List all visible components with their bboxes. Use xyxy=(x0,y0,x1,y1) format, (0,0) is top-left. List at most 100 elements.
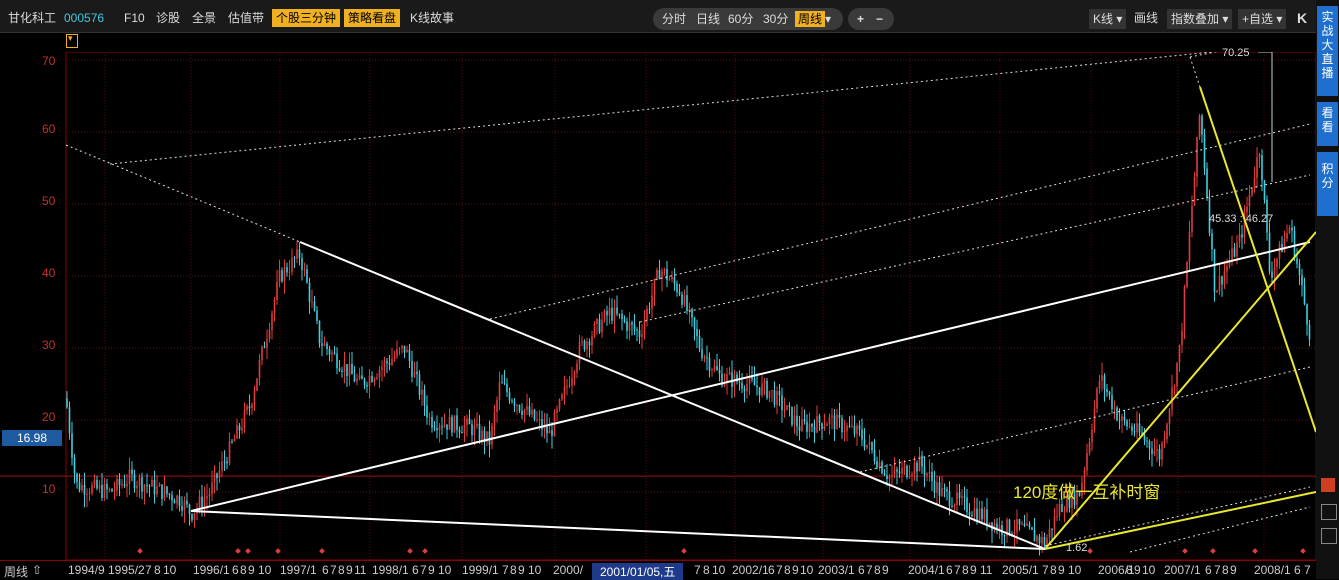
candle-body xyxy=(948,491,951,506)
date-label: 7 xyxy=(502,563,509,577)
menu-f10[interactable]: F10 xyxy=(124,9,145,27)
candle-body xyxy=(651,295,653,309)
candle-body xyxy=(778,390,781,396)
candle-body xyxy=(1238,234,1241,243)
candle-body xyxy=(1131,426,1133,431)
alert-icon[interactable] xyxy=(1321,478,1335,492)
candle-body xyxy=(1041,536,1043,544)
date-label: 7 xyxy=(330,563,337,577)
candle-body xyxy=(976,508,978,521)
dashed-trendline xyxy=(65,144,301,243)
candle-body xyxy=(591,336,593,346)
candle-body xyxy=(658,269,661,280)
candle-body xyxy=(1121,416,1123,421)
candle-body xyxy=(191,514,193,520)
candle-body xyxy=(598,319,601,333)
period-30[interactable]: 30分 xyxy=(763,11,788,27)
y-tick-40: 40 xyxy=(42,266,56,280)
indicator-dropdown[interactable]: ▾ xyxy=(66,33,78,48)
live-tab[interactable]: 实战大直播 xyxy=(1317,6,1338,96)
candle-body xyxy=(488,431,491,445)
candle-body xyxy=(1241,234,1243,238)
candle-body xyxy=(1103,375,1106,389)
watchlist-dropdown[interactable]: +自选 ▾ xyxy=(1238,9,1287,29)
candle-body xyxy=(843,431,846,433)
zoom-in-button[interactable]: + xyxy=(857,11,864,27)
strategy-button[interactable]: 策略看盘 xyxy=(344,9,401,27)
date-label: 1996/1 xyxy=(193,563,230,577)
menu-diagnose[interactable]: 诊股 xyxy=(156,9,180,27)
date-label: 2005/1 xyxy=(1002,563,1039,577)
period-week[interactable]: 周线 xyxy=(795,11,826,27)
stock-code[interactable]: 000576 xyxy=(64,9,104,27)
candle-body xyxy=(511,400,513,402)
candle-body xyxy=(611,307,613,321)
candle-body xyxy=(933,480,936,493)
date-label: 9 xyxy=(428,563,435,577)
event-marker xyxy=(235,548,241,554)
candle-body xyxy=(971,514,973,517)
candle-body xyxy=(378,369,381,378)
menu-valuation[interactable]: 估值带 xyxy=(228,9,264,27)
candle-body xyxy=(421,389,423,395)
candle-body xyxy=(88,493,91,495)
chevron-down-icon[interactable]: ▾ xyxy=(825,11,831,27)
candle-body xyxy=(1236,242,1238,257)
candle-body xyxy=(98,484,101,489)
candle-body xyxy=(1256,157,1258,178)
white-trendline xyxy=(299,241,1046,550)
candle-body xyxy=(1306,304,1308,325)
y-tick-10: 10 xyxy=(42,482,56,496)
candle-body xyxy=(436,428,438,431)
candle-body xyxy=(523,409,526,415)
points-tab[interactable]: 积分 xyxy=(1317,152,1338,216)
period-day[interactable]: 日线 xyxy=(696,11,720,27)
index-overlay-dropdown[interactable]: 指数叠加 ▾ xyxy=(1167,9,1233,29)
draw-line-button[interactable]: 画线 xyxy=(1134,9,1158,27)
candle-body xyxy=(873,450,876,462)
candle-body xyxy=(256,378,258,391)
candle-body xyxy=(1031,527,1033,530)
period-60[interactable]: 60分 xyxy=(728,11,753,27)
candle-body xyxy=(408,349,411,362)
candle-body xyxy=(1128,426,1131,428)
candle-body xyxy=(81,484,83,491)
stock-name[interactable]: 甘化科工 xyxy=(8,9,56,27)
candle-body xyxy=(901,468,903,474)
candle-body xyxy=(438,426,441,431)
period-timeshare[interactable]: 分时 xyxy=(662,11,686,27)
candle-body xyxy=(1163,439,1166,444)
candle-body xyxy=(881,462,883,474)
candle-body xyxy=(118,478,121,486)
kline-dropdown[interactable]: K线 ▾ xyxy=(1089,9,1127,29)
candle-body xyxy=(218,470,221,478)
square-icon[interactable] xyxy=(1321,504,1337,520)
toolbar: 甘化科工 000576 F10 诊股 全景 估值带 个股三分钟 策略看盘 K线故… xyxy=(0,0,1316,33)
zoom-out-button[interactable]: − xyxy=(876,11,883,27)
candle-body xyxy=(756,385,758,388)
kline-story-button[interactable]: K线故事 xyxy=(410,9,454,27)
menu-overview[interactable]: 全景 xyxy=(192,9,216,27)
crop-icon[interactable] xyxy=(1321,528,1337,544)
candle-body xyxy=(313,301,316,311)
candle-body xyxy=(1016,519,1018,532)
candle-body xyxy=(268,329,271,339)
candle-body xyxy=(1043,536,1046,546)
candle-body xyxy=(478,423,481,440)
y-tick-20: 20 xyxy=(42,410,56,424)
candle-body xyxy=(198,496,201,508)
k-icon[interactable]: K xyxy=(1297,9,1307,27)
candle-body xyxy=(303,269,306,271)
look-tab[interactable]: 看看 xyxy=(1317,102,1338,146)
candle-body xyxy=(458,429,461,433)
candle-body xyxy=(103,483,106,498)
date-label: 2000/ xyxy=(553,563,584,577)
three-minute-button[interactable]: 个股三分钟 xyxy=(272,9,341,27)
date-label: 11 xyxy=(980,563,993,577)
candle-body xyxy=(1291,227,1293,231)
candle-body xyxy=(766,380,768,398)
candle-body xyxy=(781,395,783,411)
candle-body xyxy=(1253,177,1256,188)
candle-body xyxy=(841,418,843,433)
candle-body xyxy=(701,349,703,359)
